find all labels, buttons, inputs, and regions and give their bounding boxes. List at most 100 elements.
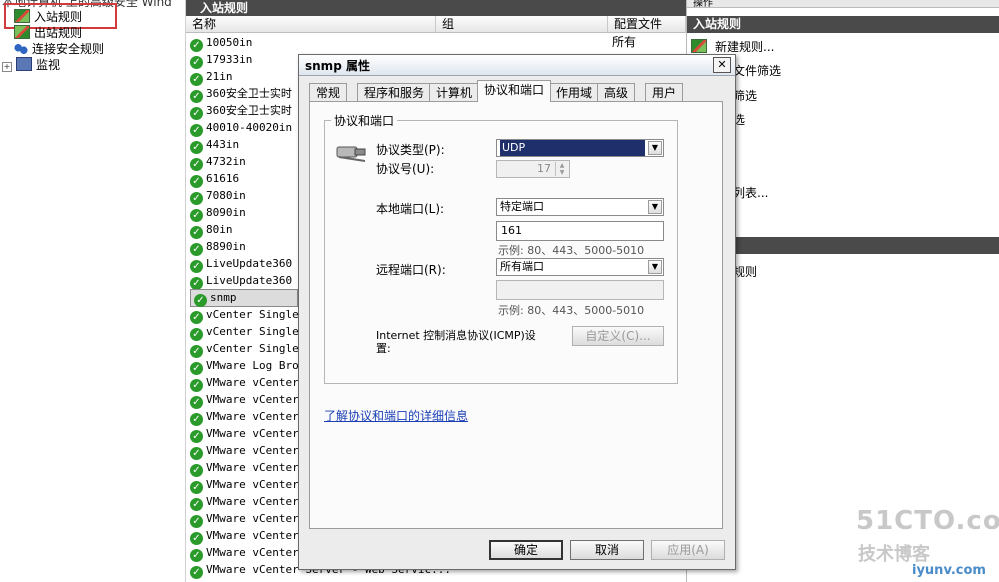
expand-icon[interactable]: + [2, 62, 12, 72]
table-row[interactable]: ✓ VMware vCenter [190, 425, 299, 443]
table-row[interactable]: ✓ 4732in [190, 153, 246, 171]
rule-name: 8890in [206, 240, 246, 253]
table-row[interactable]: ✓ 8090in [190, 204, 246, 222]
outbound-rules-icon [14, 25, 30, 39]
table-row[interactable]: ✓ vCenter Single [190, 340, 299, 358]
rule-name: VMware vCenter [206, 546, 299, 559]
rule-name: 7080in [206, 189, 246, 202]
tab-scope[interactable]: 作用域 [549, 83, 600, 101]
table-row[interactable]: ✓ 17933in [190, 51, 253, 69]
learn-more-link[interactable]: 了解协议和端口的详细信息 [324, 407, 468, 424]
rule-name: 4732in [206, 155, 246, 168]
properties-dialog: snmp 属性 ✕ 常规 程序和服务 计算机 协议和端口 作用域 高级 用户 协… [298, 54, 736, 570]
column-header-profile[interactable]: 配置文件 [608, 16, 686, 33]
protocol-number-stepper[interactable]: 17 ▲ ▼ [496, 160, 570, 178]
enabled-check-icon: ✓ [190, 566, 203, 579]
chevron-down-icon[interactable]: ▼ [648, 260, 662, 274]
rule-name: VMware vCenter [206, 512, 299, 525]
local-port-label: 本地端口(L): [376, 202, 445, 216]
table-row[interactable]: ✓ 360安全卫士实时 [190, 85, 292, 103]
tab-programs-services[interactable]: 程序和服务 [357, 83, 432, 101]
rule-name: 10050in [206, 36, 253, 49]
table-row[interactable]: ✓ VMware vCenter [190, 408, 299, 426]
table-row[interactable]: ✓ 61616 [190, 170, 239, 188]
table-row[interactable]: ✓ 8890in [190, 238, 246, 256]
rule-name: 443in [206, 138, 240, 151]
rule-name: 40010-40020in [206, 121, 293, 134]
tab-general[interactable]: 常规 [309, 83, 348, 101]
table-row[interactable]: ✓ VMware vCenter [190, 544, 299, 562]
table-row[interactable]: ✓ VMware vCenter [190, 442, 299, 460]
table-row[interactable]: ✓ VMware vCenter [190, 391, 299, 409]
table-row[interactable]: ✓ VMware vCenter [190, 374, 299, 392]
table-row[interactable]: ✓ 7080in [190, 187, 246, 205]
table-row[interactable]: ✓ 21in [190, 68, 233, 86]
tab-protocols-ports[interactable]: 协议和端口 [477, 80, 552, 102]
protocol-type-label: 协议类型(P): [376, 143, 445, 157]
table-row[interactable]: ✓ VMware vCenter [190, 493, 299, 511]
dialog-titlebar[interactable]: snmp 属性 ✕ [299, 55, 735, 76]
table-row[interactable]: ✓ VMware vCenter [190, 527, 299, 545]
tree-item-outbound-rules[interactable]: 出站规则 [14, 25, 82, 41]
tab-computers[interactable]: 计算机 [429, 83, 480, 101]
rule-name: VMware vCenter [206, 427, 299, 440]
table-row[interactable]: ✓ LiveUpdate360 [190, 272, 292, 290]
rule-name: vCenter Single [206, 325, 299, 338]
rule-name: VMware vCenter [206, 461, 299, 474]
tab-content: 协议和端口 协议类型(P): UDP ▼ 协议号(U): 17 ▲ ▼ 本地端口(… [309, 101, 723, 529]
table-row[interactable]: ✓ 443in [190, 136, 240, 154]
local-port-input[interactable]: 161 [496, 221, 664, 241]
actions-section-title: 入站规则 [687, 16, 999, 33]
chevron-down-icon[interactable]: ▼ [648, 200, 662, 214]
column-header-group[interactable]: 组 [436, 16, 608, 33]
table-row[interactable]: ✓ 80in [190, 221, 233, 239]
tab-users[interactable]: 用户 [645, 83, 684, 101]
table-row[interactable]: ✓ 10050in [190, 34, 253, 52]
navigation-tree: 本地计算机 上的高级安全 Wind 入站规则 出站规则 连接安全规则 + 监视 [0, 0, 186, 582]
rule-name: VMware vCenter [206, 495, 299, 508]
rule-name: 17933in [206, 53, 253, 66]
table-row[interactable]: ✓ 360安全卫士实时 [190, 102, 292, 120]
local-port-select[interactable]: 特定端口 ▼ [496, 198, 664, 216]
remote-port-example: 示例: 80、443、5000-5010 [498, 304, 645, 317]
ok-button[interactable]: 确定 [489, 540, 563, 560]
rule-name: VMware vCenter [206, 478, 299, 491]
table-row[interactable]: ✓ LiveUpdate360 [190, 255, 292, 273]
cancel-button[interactable]: 取消 [570, 540, 644, 560]
remote-port-input[interactable] [496, 280, 664, 300]
close-icon[interactable]: ✕ [713, 57, 731, 73]
rule-name: vCenter Single [206, 342, 299, 355]
watermark-logo: 51CTO.com [856, 506, 999, 536]
list-title: 入站规则 [186, 0, 686, 16]
remote-port-select[interactable]: 所有端口 ▼ [496, 258, 664, 276]
tree-item-monitor[interactable]: + 监视 [2, 57, 60, 73]
apply-button[interactable]: 应用(A) [651, 540, 725, 560]
table-row[interactable]: ✓ vCenter Single [190, 306, 299, 324]
rule-name: 21in [206, 70, 233, 83]
table-row[interactable]: ✓ vCenter Single [190, 323, 299, 341]
rule-name: vCenter Single [206, 308, 299, 321]
table-row[interactable]: ✓ VMware vCenter [190, 459, 299, 477]
table-row[interactable]: ✓ snmp [190, 289, 298, 307]
tree-item-inbound-rules[interactable]: 入站规则 [14, 9, 82, 25]
table-row[interactable]: ✓ VMware vCenter [190, 510, 299, 528]
rule-name: VMware Log Brow [206, 359, 306, 372]
tab-advanced[interactable]: 高级 [597, 83, 636, 101]
chevron-down-icon[interactable]: ▼ [648, 141, 662, 155]
customize-button[interactable]: 自定义(C)... [572, 326, 664, 346]
tree-item-connection-security[interactable]: 连接安全规则 [14, 41, 104, 57]
rule-name: VMware vCenter [206, 393, 299, 406]
table-row[interactable]: ✓ 40010-40020in [190, 119, 293, 137]
spinner-arrows-icon[interactable]: ▲ ▼ [555, 162, 568, 176]
column-header-name[interactable]: 名称 [186, 16, 436, 33]
network-cable-icon [336, 146, 366, 162]
protocol-number-label: 协议号(U): [376, 162, 435, 176]
rule-name: VMware vCenter [206, 529, 299, 542]
connection-security-icon [14, 43, 28, 55]
table-row[interactable]: ✓ VMware Log Brow [190, 357, 306, 375]
rule-name: 360安全卫士实时 [206, 87, 292, 100]
protocol-type-select[interactable]: UDP ▼ [496, 139, 664, 157]
monitor-icon [16, 57, 32, 71]
table-row[interactable]: ✓ VMware vCenter [190, 476, 299, 494]
dialog-title: snmp 属性 [305, 59, 370, 73]
